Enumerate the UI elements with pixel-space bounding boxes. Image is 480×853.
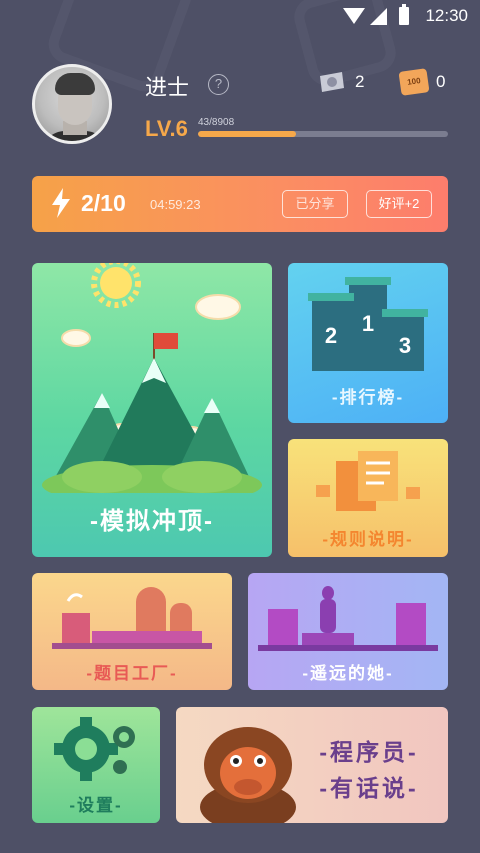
battery-icon	[399, 4, 409, 25]
xp-progress-fill	[198, 131, 296, 137]
question-factory-card[interactable]: -题目工厂-	[32, 573, 232, 690]
shared-button[interactable]: 已分享	[282, 190, 348, 218]
podium-illustration: 2 1 3	[308, 277, 428, 371]
question-factory-label: -题目工厂-	[86, 664, 178, 683]
developer-title-line2: -有话说-	[319, 775, 419, 801]
statue-illustration	[258, 586, 438, 651]
level-badge: LV.6	[145, 116, 188, 141]
review-button[interactable]: 好评+2	[366, 190, 432, 218]
gem-count: 2	[355, 72, 365, 91]
gem-icon	[320, 72, 344, 92]
leaderboard-label: -排行榜-	[331, 388, 405, 407]
gear-icon	[54, 717, 135, 781]
podium-second: 2	[325, 323, 337, 348]
xp-text: 43/8908	[198, 117, 235, 128]
status-time: 12:30	[425, 6, 468, 25]
settings-label: -设置-	[69, 796, 123, 815]
mock-summit-card[interactable]: -模拟冲顶-	[32, 263, 272, 557]
ticket-icon: 100	[398, 68, 430, 96]
mountain-illustration	[42, 263, 262, 493]
status-bar: 12:30	[0, 0, 480, 32]
signal-icon	[370, 8, 387, 25]
rules-label: -规则说明-	[322, 530, 414, 549]
wifi-icon	[343, 8, 365, 24]
sun-icon	[91, 263, 141, 308]
energy-timer: 04:59:23	[150, 197, 201, 212]
developer-says-card[interactable]: -程序员- -有话说-	[176, 707, 448, 823]
avatar[interactable]	[32, 64, 112, 144]
rules-card[interactable]: -规则说明-	[288, 439, 448, 557]
leaderboard-card[interactable]: 2 1 3 -排行榜-	[288, 263, 448, 423]
energy-count: 2/10	[81, 190, 126, 216]
distant-her-label: -遥远的她-	[302, 664, 394, 683]
mock-summit-label: -模拟冲顶-	[90, 508, 214, 535]
xp-progress-bar	[198, 131, 448, 137]
settings-card[interactable]: -设置-	[32, 707, 160, 823]
help-icon[interactable]: ?	[208, 74, 229, 95]
monkey-illustration	[200, 727, 296, 823]
ticket-count: 0	[436, 72, 446, 91]
energy-bar: 2/10 04:59:23 已分享 好评+2	[32, 176, 448, 232]
podium-first: 1	[362, 311, 374, 336]
developer-title-line1: -程序员-	[319, 739, 419, 765]
podium-third: 3	[399, 333, 411, 358]
username: 进士	[145, 75, 190, 100]
documents-illustration	[316, 451, 420, 511]
distant-her-card[interactable]: -遥远的她-	[248, 573, 448, 690]
factory-illustration	[52, 587, 212, 649]
lightning-icon	[52, 188, 70, 218]
